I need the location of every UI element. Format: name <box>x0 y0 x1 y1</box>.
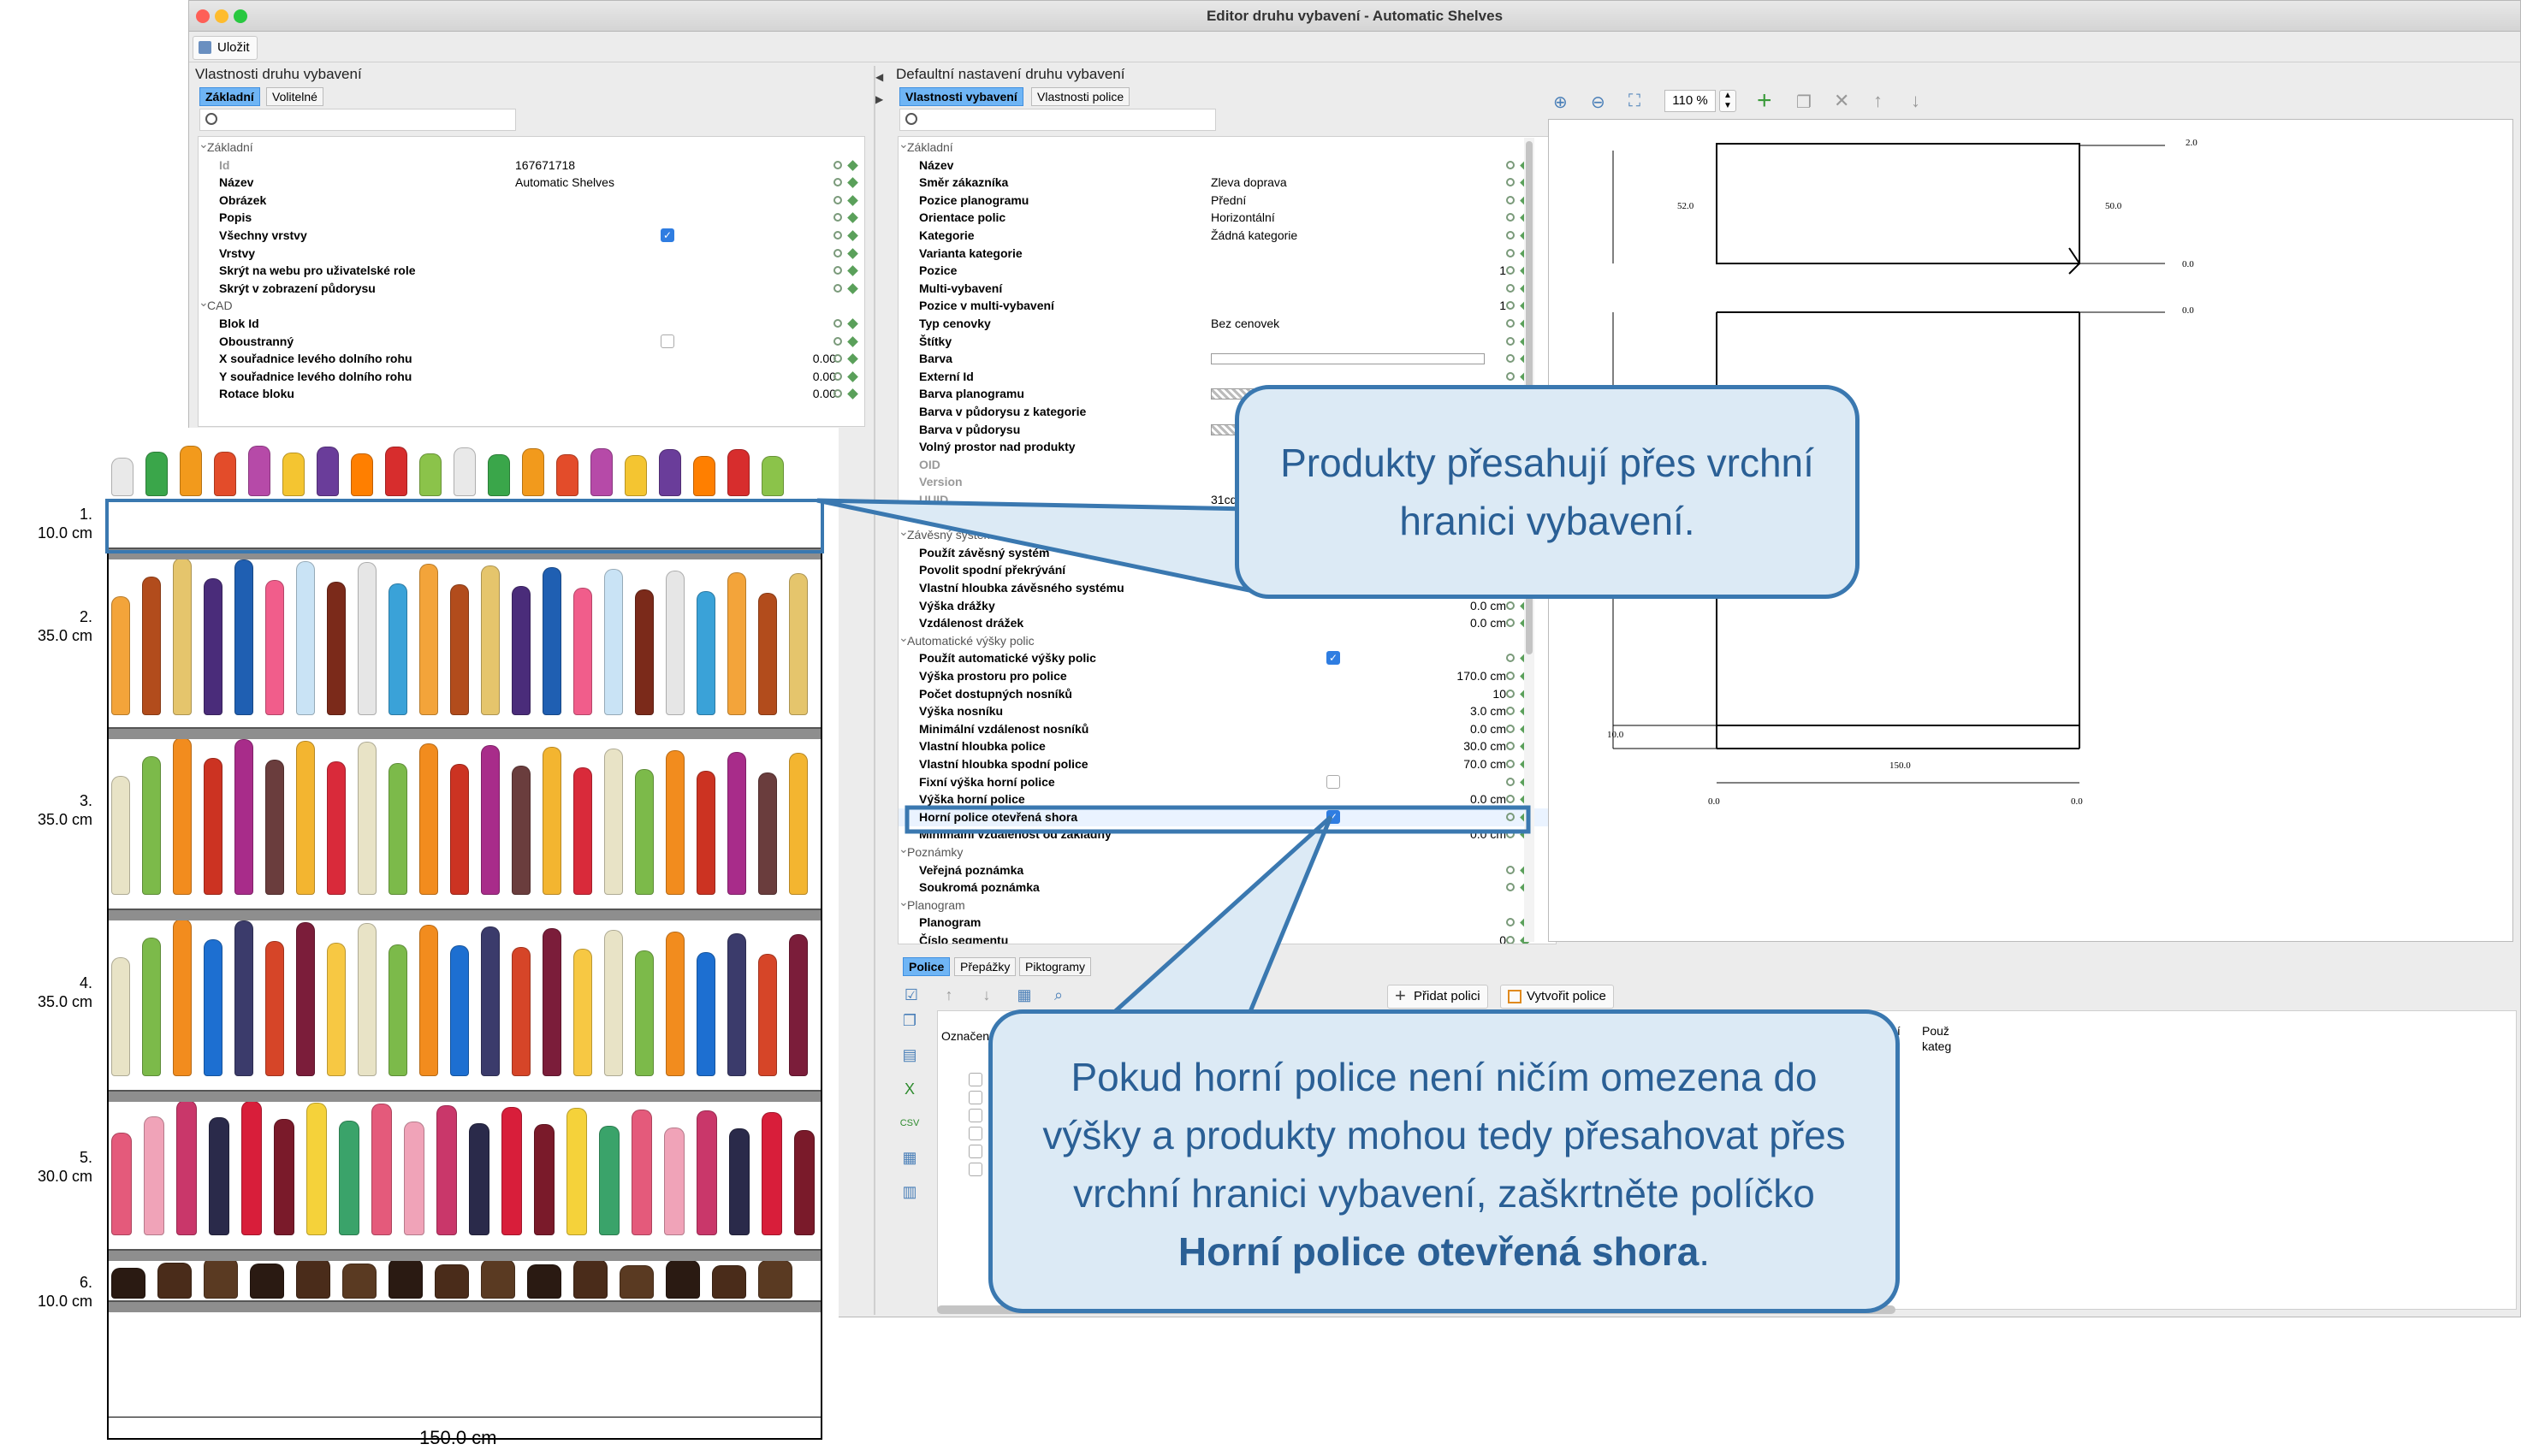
callout-top: Produkty přesahují přes vrchní hranici v… <box>1235 385 1860 599</box>
callout-bottom-end: . <box>1699 1229 1711 1274</box>
overhang-box <box>105 499 824 553</box>
callout-bottom-text: Pokud horní police není ničím omezena do… <box>1042 1055 1846 1216</box>
highlight-box <box>905 805 1531 834</box>
callout-bottom-bold: Horní police otevřená shora <box>1177 1229 1699 1274</box>
callout-top-text: Produkty přesahují přes vrchní hranici v… <box>1280 441 1814 543</box>
callout-bottom: Pokud horní police není ničím omezena do… <box>988 1009 1900 1313</box>
